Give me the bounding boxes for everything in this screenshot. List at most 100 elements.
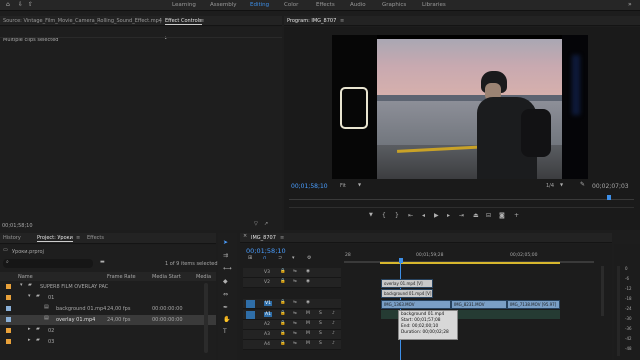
- timeline-timecode[interactable]: 00;01;58;10: [246, 247, 286, 255]
- zoom-select[interactable]: Fit: [340, 183, 346, 189]
- mark-out-icon[interactable]: }: [395, 213, 399, 219]
- source-patch[interactable]: [246, 321, 255, 329]
- workspace-graphics[interactable]: Graphics: [382, 2, 406, 8]
- mute-icon[interactable]: M: [306, 331, 310, 337]
- sync-icon[interactable]: ⇋: [293, 331, 297, 337]
- sync-icon[interactable]: ⇋: [293, 300, 297, 306]
- menu-icon[interactable]: ≡: [340, 18, 344, 24]
- export-icon[interactable]: ⇧: [28, 2, 33, 8]
- track-label[interactable]: A4: [264, 342, 270, 347]
- scrub-bar[interactable]: [289, 199, 634, 200]
- play-icon[interactable]: ▶: [434, 213, 439, 219]
- chevron-down-icon[interactable]: ▼: [560, 183, 563, 187]
- track-label[interactable]: A2: [264, 322, 270, 327]
- track-label[interactable]: V3: [264, 270, 270, 275]
- video-frame[interactable]: [332, 35, 588, 179]
- track-select-icon[interactable]: ⇉: [223, 253, 228, 259]
- lock-icon[interactable]: 🔒: [280, 331, 286, 337]
- search-input[interactable]: [3, 259, 93, 268]
- export-frame-icon[interactable]: ↗: [264, 222, 268, 227]
- text-tool-icon[interactable]: T: [223, 329, 227, 335]
- sync-icon[interactable]: ⇋: [293, 321, 297, 327]
- chevron-down-icon[interactable]: ▼: [358, 183, 361, 187]
- source-patch[interactable]: [246, 341, 255, 349]
- menu-icon[interactable]: ≡: [76, 235, 80, 241]
- lock-icon[interactable]: 🔒: [280, 311, 286, 317]
- clip-img-1363[interactable]: IMG_1363.MOV: [381, 300, 451, 309]
- more-icon[interactable]: »: [628, 2, 632, 8]
- linked-icon[interactable]: ⊃: [278, 256, 282, 261]
- playhead-marker-icon[interactable]: [607, 195, 611, 200]
- list-item[interactable]: ▾ ▰ SUPER8 FILM OVERLAY PAC: [0, 282, 216, 292]
- menu-icon[interactable]: ≡: [200, 18, 204, 24]
- source-patch[interactable]: [246, 300, 255, 308]
- pen-icon[interactable]: ✒: [223, 305, 228, 311]
- tab-project[interactable]: Project: Уроки: [37, 235, 73, 242]
- list-item[interactable]: ▸ ▰ 02: [0, 326, 216, 336]
- close-icon[interactable]: ×: [243, 234, 247, 239]
- go-to-out-icon[interactable]: ⇥: [459, 213, 464, 219]
- selection-tool-icon[interactable]: ➤: [223, 240, 228, 246]
- solo-icon[interactable]: S: [319, 311, 322, 317]
- workspace-learning[interactable]: Learning: [172, 2, 196, 8]
- eye-icon[interactable]: ◉: [306, 269, 310, 275]
- chevron-right-icon[interactable]: ▸: [28, 327, 31, 332]
- ripple-edit-icon[interactable]: ⟷: [223, 266, 232, 272]
- hand-icon[interactable]: ✋: [223, 317, 230, 323]
- mute-icon[interactable]: M: [306, 321, 310, 327]
- source-patch[interactable]: [246, 279, 255, 287]
- solo-icon[interactable]: S: [319, 331, 322, 337]
- workspace-color[interactable]: Color: [284, 2, 298, 8]
- lock-icon[interactable]: 🔒: [280, 321, 286, 327]
- source-patch[interactable]: [246, 331, 255, 339]
- col-media[interactable]: Media: [196, 274, 211, 280]
- lock-icon[interactable]: 🔒: [280, 279, 286, 285]
- track-label[interactable]: V1: [264, 301, 272, 306]
- list-item[interactable]: ▸ ▰ 03: [0, 337, 216, 347]
- chevron-down-icon[interactable]: ▾: [20, 283, 23, 288]
- workspace-audio[interactable]: Audio: [350, 2, 366, 8]
- new-bin-icon[interactable]: ▬: [100, 260, 105, 265]
- list-item[interactable]: ▾ ▰ 01: [0, 293, 216, 303]
- track-label[interactable]: A1: [264, 312, 272, 317]
- clip-img-7138[interactable]: IMG_7138.MOV [95.97]: [507, 300, 560, 309]
- sync-icon[interactable]: ⇋: [293, 269, 297, 275]
- marker-icon[interactable]: ▾: [292, 256, 295, 261]
- scrollbar[interactable]: [601, 266, 604, 316]
- work-area-bar[interactable]: [380, 262, 560, 264]
- filter-icon[interactable]: ▽: [254, 222, 258, 227]
- chevron-right-icon[interactable]: ▸: [28, 338, 31, 343]
- solo-icon[interactable]: S: [319, 321, 322, 327]
- list-item[interactable]: ▤ overlay 01.mp4 24,00 fps 00:00:00:00: [0, 315, 216, 325]
- menu-icon[interactable]: ≡: [280, 235, 284, 241]
- mic-icon[interactable]: ♪: [332, 321, 335, 327]
- workspace-libraries[interactable]: Libraries: [422, 2, 446, 8]
- tab-effects[interactable]: Effects: [87, 235, 104, 241]
- list-item[interactable]: ▤ background 01.mp4 24,00 fps 00:00:00:0…: [0, 304, 216, 314]
- snap-icon[interactable]: ∩: [263, 256, 267, 261]
- mute-icon[interactable]: M: [306, 341, 310, 347]
- source-patch[interactable]: [246, 269, 255, 277]
- button-editor-icon[interactable]: +: [514, 213, 519, 219]
- chevron-down-icon[interactable]: ▾: [28, 294, 31, 299]
- nest-icon[interactable]: ⊞: [248, 256, 252, 261]
- step-forward-icon[interactable]: ▸: [447, 213, 450, 219]
- col-frame-rate[interactable]: Frame Rate: [107, 274, 136, 280]
- import-icon[interactable]: ⇩: [18, 2, 23, 8]
- mic-icon[interactable]: ♪: [332, 311, 335, 317]
- program-timecode[interactable]: 00;01;58;10: [291, 183, 328, 190]
- mic-icon[interactable]: ♪: [332, 341, 335, 347]
- clip-img-8231[interactable]: IMG_8231.MOV: [451, 300, 507, 309]
- slip-icon[interactable]: ⇔: [223, 292, 228, 298]
- wrench-icon[interactable]: ✎: [580, 182, 585, 188]
- eye-icon[interactable]: ◉: [306, 279, 310, 285]
- mic-icon[interactable]: ♪: [332, 331, 335, 337]
- lock-icon[interactable]: 🔒: [280, 341, 286, 347]
- sync-icon[interactable]: ⇋: [293, 311, 297, 317]
- workspace-assembly[interactable]: Assembly: [210, 2, 237, 8]
- settings-icon[interactable]: ⚙: [307, 256, 311, 261]
- program-title[interactable]: Program: IMG_8707: [287, 18, 336, 24]
- lock-icon[interactable]: 🔒: [280, 269, 286, 275]
- resolution-select[interactable]: 1/4: [546, 183, 554, 189]
- extract-icon[interactable]: ⊟: [486, 213, 491, 219]
